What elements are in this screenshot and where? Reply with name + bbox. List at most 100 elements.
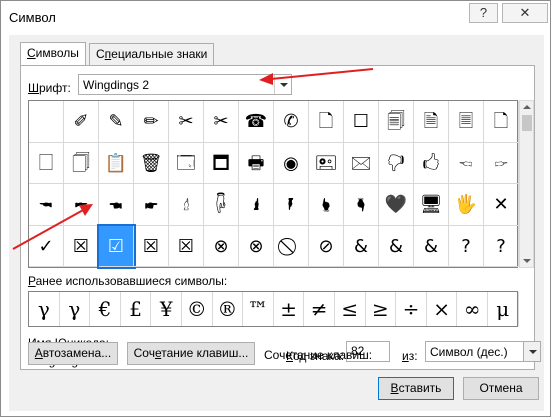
symbol-grid: ✐ ✎ ✏ ✂ ✂ ☎ ✆ 🗋 ☐ 🗐 🗎 🗏 🗋 🗌 🗍 📋 🗑 🗔 🗖 🖶 ◉ 🖭 🖂 🖓 🖒 🖘 🖙 🖚 🖛 🖜 🖝 🖞 🖟 🖠 🖡 🖢 🖣 🖤 🖥 🖐… xyxy=(28,100,519,269)
recent-symbol-cell[interactable]: γ xyxy=(29,292,60,326)
symbol-cell[interactable]: 🖡 xyxy=(274,184,309,226)
symbol-cell[interactable]: 🖓 xyxy=(379,142,414,184)
symbol-cell[interactable]: 🖞 xyxy=(169,184,204,226)
symbol-cell[interactable]: 🖝 xyxy=(134,184,169,226)
symbol-cell[interactable]: ✏ xyxy=(134,101,169,143)
symbol-cell[interactable]: ? xyxy=(449,225,484,267)
symbol-cell[interactable]: ⊘ xyxy=(309,225,344,267)
from-label-accel: и xyxy=(402,349,409,363)
symbol-cell[interactable]: ⃠ xyxy=(274,225,309,267)
from-select[interactable]: Символ (дес.) xyxy=(425,341,541,362)
recent-symbol-cell[interactable]: ∞ xyxy=(457,292,488,326)
insert-button[interactable]: Вставить xyxy=(378,377,454,400)
recent-symbol-cell[interactable]: γ xyxy=(60,292,91,326)
symbol-cell[interactable]: 🗑 xyxy=(134,142,169,184)
shortcut-key-button[interactable]: Сочетание клавиш... xyxy=(127,342,255,365)
shortcut-label: тание клавиш... xyxy=(161,346,249,360)
recent-symbol-cell[interactable]: ± xyxy=(274,292,305,326)
symbol-cell[interactable]: ☐ xyxy=(344,101,379,143)
symbol-cell[interactable]: ◉ xyxy=(274,142,309,184)
symbol-cell[interactable]: & xyxy=(344,225,379,267)
symbol-cell[interactable]: 🗋 xyxy=(309,101,344,143)
symbol-cell[interactable]: ⊗ xyxy=(204,225,239,267)
symbol-cell[interactable]: ✂ xyxy=(204,101,239,143)
symbol-cell[interactable]: 🖤 xyxy=(379,184,414,226)
symbol-cell[interactable]: ✂ xyxy=(169,101,204,143)
symbol-cell[interactable]: 🗏 xyxy=(449,101,484,143)
autocorrect-button[interactable]: Автозамена... xyxy=(28,342,118,365)
symbol-cell[interactable]: 🖢 xyxy=(309,184,344,226)
recent-symbol-cell[interactable]: μ xyxy=(488,292,519,326)
recent-symbols: γ γ € £ ¥ © ® ™ ± ≠ ≤ ≥ ÷ × ∞ μ xyxy=(28,291,519,327)
symbol-cell[interactable]: 🗌 xyxy=(29,142,64,184)
from-label-text: з: xyxy=(408,349,418,363)
symbol-cell[interactable]: & xyxy=(414,225,449,267)
symbol-cell[interactable]: ☒ xyxy=(169,225,204,267)
symbol-cell[interactable]: 🖚 xyxy=(29,184,64,226)
symbol-cell[interactable]: 🖣 xyxy=(344,184,379,226)
symbol-cell[interactable]: 🖶 xyxy=(239,142,274,184)
symbol-cell[interactable]: 🖟 xyxy=(204,184,239,226)
symbol-cell[interactable]: ⊗ xyxy=(239,225,274,267)
font-label-accel: Ш xyxy=(28,81,39,95)
symbol-cell[interactable]: 🖥 xyxy=(414,184,449,226)
recent-symbol-cell[interactable]: € xyxy=(90,292,121,326)
symbol-cell[interactable]: ✐ xyxy=(64,101,99,143)
symbol-cell[interactable]: ☒ xyxy=(134,225,169,267)
symbol-cell[interactable]: 📋 xyxy=(99,142,134,184)
symbol-cell[interactable]: 🗖 xyxy=(204,142,239,184)
symbol-cell[interactable] xyxy=(29,101,64,143)
tab-symbols[interactable]: Символы xyxy=(20,42,86,65)
symbol-cell[interactable]: ✎ xyxy=(99,101,134,143)
symbol-dialog: Символ ? ✕ Символы Специальные знаки Шри… xyxy=(0,0,551,417)
symbol-cell[interactable]: ☑ xyxy=(97,223,136,269)
symbol-cell[interactable]: 🖜 xyxy=(99,184,134,226)
symbol-cell[interactable]: ✕ xyxy=(484,184,519,226)
recent-label-accel: Р xyxy=(28,274,36,288)
help-button[interactable]: ? xyxy=(469,3,498,23)
symbol-cell[interactable]: 🗔 xyxy=(169,142,204,184)
dialog-title: Символ xyxy=(9,10,56,25)
scroll-up-icon[interactable] xyxy=(523,105,531,109)
symbol-cell[interactable]: & xyxy=(379,225,414,267)
symbol-cell[interactable]: 🖘 xyxy=(449,142,484,184)
recent-symbol-cell[interactable]: ® xyxy=(213,292,244,326)
font-select[interactable]: Wingdings 2 xyxy=(78,74,292,95)
symbol-cell[interactable]: 🖐 xyxy=(449,184,484,226)
recent-symbol-cell[interactable]: ÷ xyxy=(396,292,427,326)
grid-scrollbar[interactable] xyxy=(519,100,534,268)
recent-symbol-cell[interactable]: £ xyxy=(121,292,152,326)
autocorrect-accel: А xyxy=(34,346,43,360)
tab-special-chars[interactable]: Специальные знаки xyxy=(89,43,215,65)
symbol-cell[interactable]: 🖙 xyxy=(484,142,519,184)
cancel-button[interactable]: Отмена xyxy=(463,377,539,400)
symbol-cell[interactable]: 🗐 xyxy=(379,101,414,143)
tab-symbols-accel: С xyxy=(27,46,36,60)
recent-symbol-cell[interactable]: ™ xyxy=(243,292,274,326)
symbol-cell[interactable]: 🖭 xyxy=(309,142,344,184)
chevron-down-icon[interactable] xyxy=(523,342,540,361)
recent-symbol-cell[interactable]: ≠ xyxy=(304,292,335,326)
symbol-cell[interactable]: 🖒 xyxy=(414,142,449,184)
symbols-panel: Шрифт: Wingdings 2 ✐ ✎ ✏ ✂ ✂ ☎ ✆ 🗋 ☐ 🗐 🗎 🗏 🗋 🗌 🗍 📋 🗑 🗔 🗖 🖶 ◉… xyxy=(20,65,541,370)
symbol-cell[interactable]: 🗍 xyxy=(64,142,99,184)
symbol-cell[interactable]: ? xyxy=(484,225,519,267)
symbol-cell[interactable]: 🗎 xyxy=(414,101,449,143)
symbol-cell[interactable]: ✆ xyxy=(274,101,309,143)
symbol-cell[interactable]: ✓ xyxy=(29,225,64,267)
symbol-cell[interactable]: 🗋 xyxy=(484,101,519,143)
recent-symbol-cell[interactable]: ¥ xyxy=(151,292,182,326)
recent-symbol-cell[interactable]: © xyxy=(182,292,213,326)
symbol-cell[interactable]: 🖠 xyxy=(239,184,274,226)
symbol-cell[interactable]: ☒ xyxy=(64,225,99,267)
recent-symbol-cell[interactable]: ≤ xyxy=(335,292,366,326)
close-button[interactable]: ✕ xyxy=(502,3,548,23)
symbol-cell[interactable]: ☎ xyxy=(239,101,274,143)
scroll-down-icon[interactable] xyxy=(523,259,531,263)
scroll-thumb[interactable] xyxy=(522,115,532,131)
recent-symbol-cell[interactable]: ≥ xyxy=(366,292,397,326)
recent-symbol-cell[interactable]: × xyxy=(427,292,458,326)
symbol-cell[interactable]: 🖛 xyxy=(64,184,99,226)
symbol-cell[interactable]: 🖂 xyxy=(344,142,379,184)
chevron-down-icon[interactable] xyxy=(274,75,291,94)
